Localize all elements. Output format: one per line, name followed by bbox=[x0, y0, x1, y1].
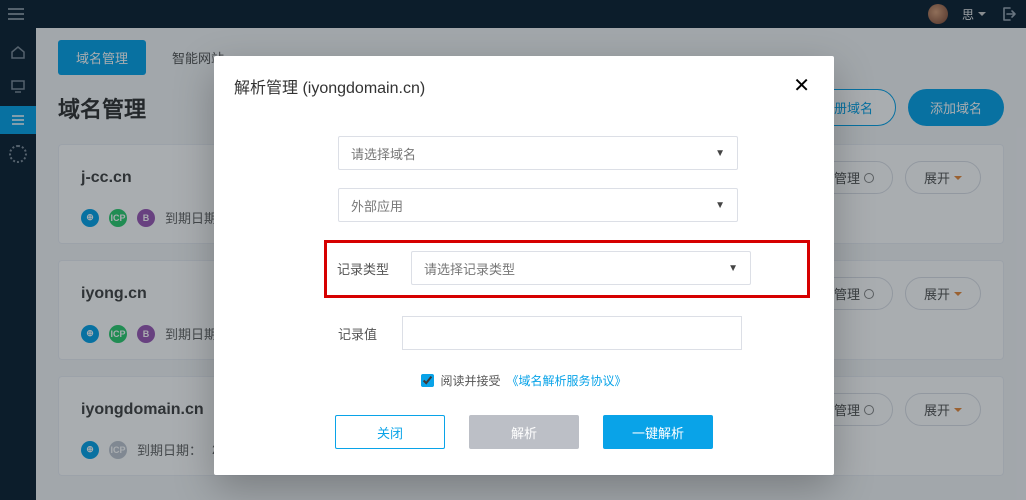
record-value-input[interactable] bbox=[402, 316, 742, 350]
caret-icon: ▼ bbox=[715, 200, 725, 211]
app-select[interactable]: 外部应用 ▼ bbox=[338, 188, 738, 222]
record-type-highlighted-row: 记录类型 请选择记录类型 ▼ bbox=[324, 240, 810, 298]
domain-select[interactable]: 请选择域名 ▼ bbox=[338, 136, 738, 170]
domain-select-placeholder: 请选择域名 bbox=[351, 144, 416, 163]
caret-icon: ▼ bbox=[728, 263, 738, 274]
auto-parse-button[interactable]: 一键解析 bbox=[603, 415, 713, 449]
parse-button[interactable]: 解析 bbox=[469, 415, 579, 449]
agree-link[interactable]: 《域名解析服务协议》 bbox=[507, 372, 627, 389]
agree-text: 阅读并接受 bbox=[440, 372, 500, 389]
record-type-label: 记录类型 bbox=[337, 259, 393, 278]
record-value-label: 记录值 bbox=[338, 324, 386, 343]
agree-row: 阅读并接受 《域名解析服务协议》 bbox=[238, 372, 810, 389]
modal-title: 解析管理 (iyongdomain.cn) bbox=[234, 74, 425, 98]
agree-checkbox[interactable] bbox=[421, 374, 434, 387]
record-type-select[interactable]: 请选择记录类型 ▼ bbox=[411, 251, 751, 285]
app-select-placeholder: 外部应用 bbox=[351, 196, 403, 215]
dns-modal: 解析管理 (iyongdomain.cn) ✕ 请选择域名 ▼ 外部应用 ▼ 记录类… bbox=[214, 56, 834, 475]
caret-icon: ▼ bbox=[715, 148, 725, 159]
close-icon[interactable]: ✕ bbox=[793, 76, 810, 96]
modal-close-button[interactable]: 关闭 bbox=[335, 415, 445, 449]
record-type-placeholder: 请选择记录类型 bbox=[424, 259, 515, 278]
